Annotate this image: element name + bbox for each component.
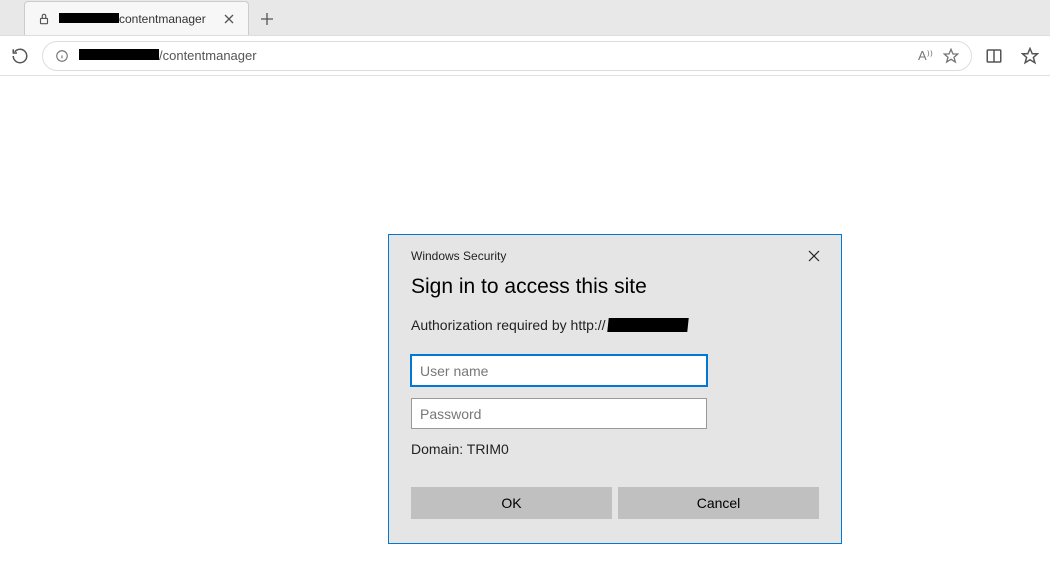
dialog-body: Sign in to access this site Authorizatio… xyxy=(389,265,841,457)
split-screen-icon[interactable] xyxy=(980,42,1008,70)
password-field[interactable] xyxy=(411,398,707,429)
site-info-icon[interactable] xyxy=(55,49,69,63)
domain-label: Domain: TRIM0 xyxy=(411,441,819,457)
address-bar[interactable]: /contentmanager A⁾⁾ xyxy=(42,41,972,71)
redacted-text xyxy=(607,318,688,332)
ok-button[interactable]: OK xyxy=(411,487,612,519)
favorites-bar-icon[interactable] xyxy=(1016,42,1044,70)
url-text: /contentmanager xyxy=(79,48,257,63)
dialog-header: Windows Security xyxy=(389,235,841,265)
refresh-button[interactable] xyxy=(6,42,34,70)
lock-warning-icon xyxy=(37,12,51,26)
favorite-icon[interactable] xyxy=(943,48,959,64)
tab-strip: contentmanager xyxy=(0,0,1050,36)
dialog-caption: Windows Security xyxy=(411,249,506,263)
username-field[interactable] xyxy=(411,355,707,386)
browser-toolbar: /contentmanager A⁾⁾ xyxy=(0,36,1050,76)
close-icon[interactable] xyxy=(805,247,823,265)
read-aloud-icon[interactable]: A⁾⁾ xyxy=(918,48,933,64)
browser-tab[interactable]: contentmanager xyxy=(24,1,249,35)
redacted-text xyxy=(79,49,159,60)
tab-title: contentmanager xyxy=(59,12,206,26)
cancel-button[interactable]: Cancel xyxy=(618,487,819,519)
auth-dialog: Windows Security Sign in to access this … xyxy=(388,234,842,544)
dialog-message: Authorization required by http:// xyxy=(411,317,819,333)
redacted-text xyxy=(59,13,119,23)
dialog-buttons: OK Cancel xyxy=(389,487,841,541)
close-tab-icon[interactable] xyxy=(222,12,236,26)
dialog-title: Sign in to access this site xyxy=(411,275,819,299)
new-tab-button[interactable] xyxy=(253,5,281,33)
